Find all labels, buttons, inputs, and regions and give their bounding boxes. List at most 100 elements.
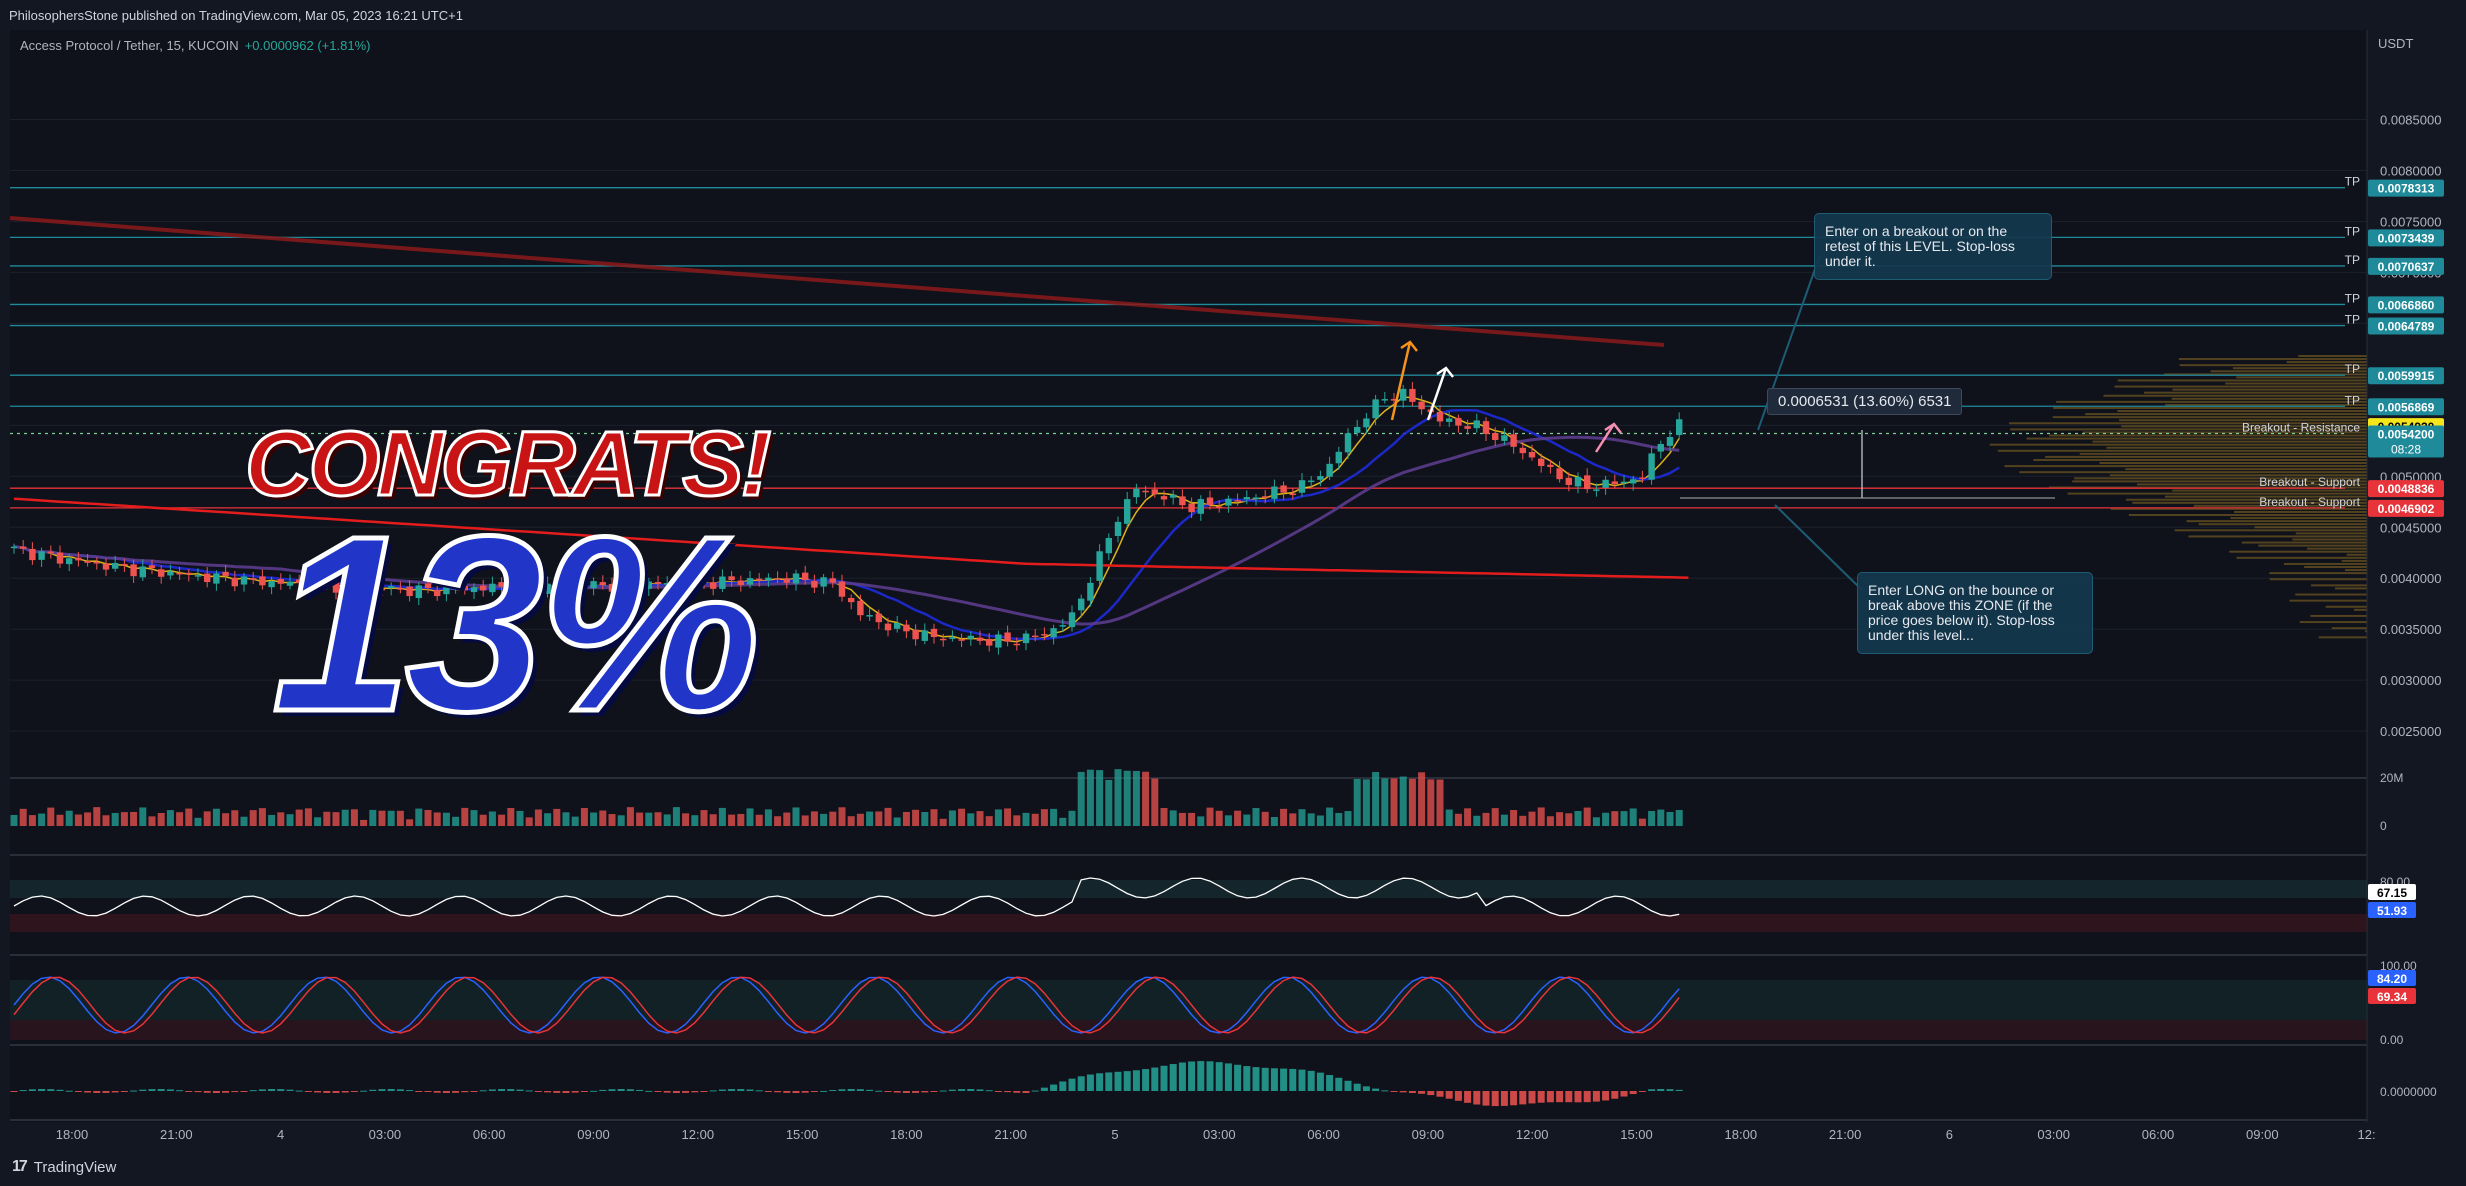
volume-bar — [1482, 812, 1490, 826]
volume-bar — [10, 815, 18, 826]
volume-bar — [1086, 769, 1094, 826]
tradingview-brand[interactable]: 17 TradingView — [12, 1158, 116, 1176]
volume-bar — [1243, 814, 1251, 826]
candle-body — [1289, 493, 1296, 496]
brand-name: TradingView — [33, 1158, 117, 1176]
time-tick-label: 21:00 — [160, 1127, 193, 1142]
volume-bar — [424, 810, 432, 826]
volume-bar — [1491, 808, 1499, 826]
volume-bar — [1335, 812, 1343, 826]
volume-bar — [930, 809, 938, 826]
macd-histogram-bar — [120, 1091, 128, 1092]
volume-bar — [47, 807, 55, 826]
volume-bar — [958, 808, 966, 826]
macd-histogram-bar — [38, 1089, 46, 1091]
volume-bar — [203, 811, 211, 826]
volume-bar — [884, 807, 892, 826]
macd-histogram-bar — [461, 1091, 469, 1093]
volume-bar — [682, 813, 690, 826]
macd-histogram-bar — [369, 1089, 377, 1091]
price-range-measure[interactable]: 0.0006531 (13.60%) 6531 — [1767, 388, 1963, 415]
volume-profile-bar — [2172, 489, 2367, 492]
macd-histogram-bar — [930, 1091, 938, 1092]
volume-bar — [314, 817, 322, 826]
macd-histogram-bar — [10, 1091, 18, 1092]
candle-body — [811, 581, 818, 588]
candle-body — [857, 600, 864, 616]
volume-bar — [1648, 810, 1656, 826]
volume-bar — [1151, 778, 1159, 826]
rsi-upper-band — [10, 880, 2367, 898]
macd-histogram-bar — [1234, 1064, 1242, 1091]
volume-bar — [1464, 808, 1472, 826]
macd-histogram-bar — [985, 1090, 993, 1092]
long-entry-note[interactable]: Enter LONG on the bounce or break above … — [1857, 572, 2093, 654]
volume-profile-bar — [2295, 532, 2367, 535]
volume-profile-bar — [2178, 358, 2367, 361]
candle-body — [1280, 485, 1287, 493]
volume-bar — [323, 811, 331, 826]
volume-bar — [1234, 810, 1242, 826]
macd-histogram-bar — [74, 1091, 82, 1092]
candle-body — [38, 551, 45, 560]
macd-histogram-bar — [1114, 1071, 1122, 1091]
volume-bar — [746, 808, 754, 826]
volume-bar — [1298, 809, 1306, 826]
candle-body — [958, 639, 965, 641]
macd-histogram-bar — [626, 1089, 634, 1091]
volume-bar — [1050, 808, 1058, 826]
candle-body — [1114, 521, 1122, 537]
volume-bar — [1353, 778, 1361, 826]
volume-bar — [691, 815, 699, 826]
candle-body — [231, 577, 238, 587]
volume-bar — [1629, 808, 1637, 826]
candle-body — [1243, 497, 1250, 500]
macd-histogram-bar — [1620, 1091, 1628, 1097]
volume-profile-bar — [2165, 403, 2367, 406]
macd-histogram-bar — [700, 1091, 708, 1092]
macd-histogram-bar — [645, 1090, 653, 1092]
volume-bar — [1280, 808, 1288, 826]
candle-body — [1418, 401, 1425, 410]
macd-histogram-bar — [1197, 1061, 1205, 1091]
volume-bar — [1427, 779, 1435, 826]
volume-bar — [1096, 770, 1104, 826]
candle-body — [1078, 598, 1085, 611]
macd-histogram-bar — [718, 1089, 726, 1091]
tradingview-logo: 17 — [12, 1158, 28, 1175]
macd-histogram-bar — [967, 1089, 975, 1091]
volume-bar — [1215, 810, 1223, 826]
volume-bar — [1546, 816, 1554, 826]
breakout-note[interactable]: Enter on a breakout or on the retest of … — [1814, 213, 2052, 280]
macd-histogram-bar — [139, 1089, 147, 1091]
volume-bar — [755, 814, 763, 826]
symbol-legend[interactable]: Access Protocol / Tether, 15, KUCOIN +0.0… — [20, 38, 370, 53]
macd-histogram-bar — [277, 1089, 285, 1091]
volume-bar — [580, 807, 588, 826]
macd-histogram-bar — [746, 1089, 754, 1091]
candle-body — [29, 548, 36, 561]
volume-bar — [1004, 808, 1012, 826]
volume-bar — [976, 811, 984, 826]
candle-body — [802, 572, 809, 581]
macd-histogram-bar — [1519, 1091, 1527, 1105]
price-tag-countdown: 08:28 — [2391, 442, 2421, 456]
macd-histogram-bar — [1243, 1066, 1251, 1091]
volume-bar — [470, 810, 478, 826]
candle-body — [1133, 488, 1140, 498]
candle-body — [1455, 417, 1462, 426]
macd-histogram-bar — [19, 1090, 27, 1092]
volume-bar — [1362, 779, 1370, 826]
volume-profile-bar — [2172, 388, 2367, 391]
macd-histogram-bar — [1427, 1091, 1435, 1096]
level-label: TP — [2345, 253, 2360, 267]
candle-body — [1473, 420, 1480, 429]
candle-body — [1151, 489, 1158, 495]
candle-body — [139, 566, 146, 578]
candle-body — [10, 546, 18, 549]
macd-histogram-bar — [1151, 1067, 1159, 1091]
macd-histogram-bar — [1390, 1091, 1398, 1092]
volume-profile-bar — [2269, 578, 2367, 581]
macd-histogram-bar — [1077, 1076, 1085, 1091]
candle-body — [765, 577, 772, 580]
